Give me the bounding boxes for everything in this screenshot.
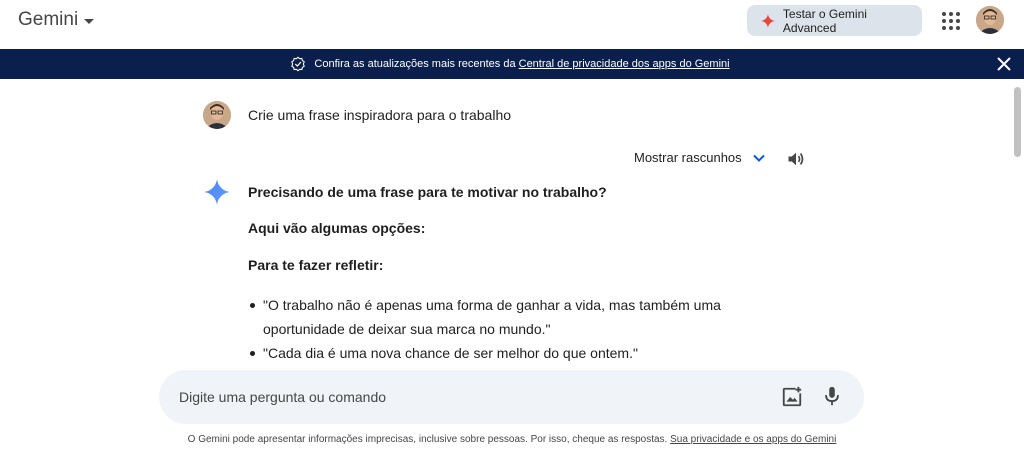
user-prompt-text: Crie uma frase inspiradora para o trabal… [248,107,512,123]
caret-down-icon [84,18,95,24]
add-image-icon[interactable] [781,386,803,408]
model-switcher[interactable]: Gemini [18,9,95,31]
chevron-down-icon [752,154,765,162]
response-bullets: "O trabalho não é apenas uma forma de ga… [248,293,728,365]
show-drafts-button[interactable]: Mostrar rascunhos [634,150,766,165]
privacy-center-link[interactable]: Central de privacidade dos apps do Gemin… [519,58,730,70]
privacy-banner: Confira as atualizações mais recentes da… [0,49,1024,79]
user-avatar [203,101,231,129]
try-advanced-button[interactable]: Testar o Gemini Advanced [747,5,922,36]
top-header: Gemini Testar o Gemini Advanced [0,0,1024,48]
list-item: "O trabalho não é apenas uma forma de ga… [248,293,728,341]
close-icon[interactable] [996,56,1012,72]
footer-disclaimer: O Gemini pode apresentar informações imp… [187,434,837,445]
gemini-sparkle-icon [204,179,230,205]
speaker-icon[interactable] [786,149,806,169]
response-heading: Precisando de uma frase para te motivar … [248,184,607,200]
user-message: Crie uma frase inspiradora para o trabal… [203,101,511,129]
show-drafts-label: Mostrar rascunhos [634,150,742,165]
scrollbar[interactable] [1010,79,1024,455]
response-section-title: Para te fazer refletir: [248,257,384,273]
apps-grid-icon[interactable] [940,10,960,30]
prompt-input[interactable] [179,387,739,407]
brand-name: Gemini [18,9,79,30]
response-intro: Aqui vão algumas opções: [248,220,426,236]
account-avatar[interactable] [976,6,1004,34]
prompt-bar [159,370,864,424]
sparkle-icon [761,13,775,28]
mic-icon[interactable] [821,385,843,407]
banner-text: Confira as atualizações mais recentes da… [314,58,730,70]
privacy-link[interactable]: Sua privacidade e os apps do Gemini [670,434,836,445]
scrollbar-thumb[interactable] [1014,87,1021,157]
try-advanced-label: Testar o Gemini Advanced [782,6,867,35]
verified-check-icon [291,56,306,72]
